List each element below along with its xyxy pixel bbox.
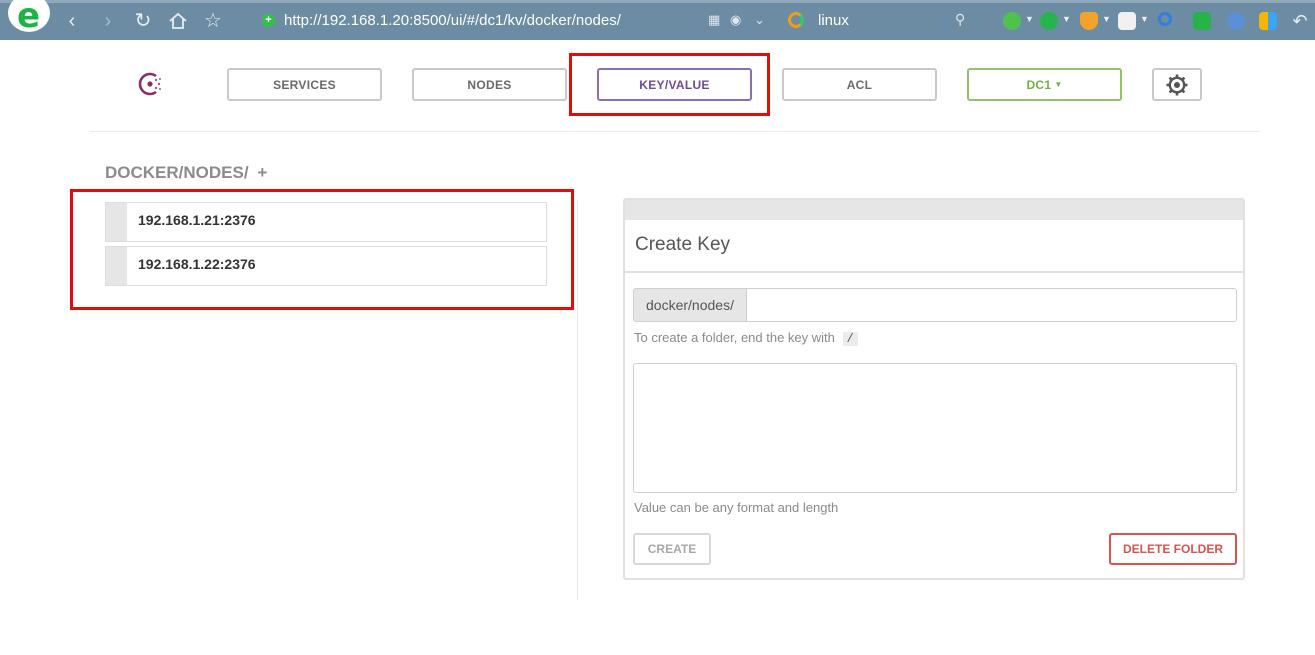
translate-icon[interactable] [1040,12,1058,30]
search-icon[interactable]: ⚲ [955,11,965,28]
caret-down-icon: ▼ [1140,14,1149,24]
panel-header-bar [625,200,1243,220]
caret-down-icon: ▼ [1062,14,1071,24]
create-key-panel: Create Key docker/nodes/ To create a fol… [623,198,1245,580]
settings-button[interactable] [1152,68,1202,101]
browser-toolbar: e ‹ › ↻ ☆ + http://192.168.1.20:8500/ui/… [0,0,1315,40]
column-divider [577,200,578,600]
breadcrumb: DOCKER/NODES/ + [105,163,267,183]
tab-services[interactable]: SERVICES [227,68,382,101]
add-key-plus-icon[interactable]: + [257,163,267,182]
panel-separator [625,271,1243,273]
list-item-label: 192.168.1.22:2376 [138,256,256,272]
extension-clip-icon[interactable] [1003,12,1021,30]
datacenter-dropdown[interactable]: DC1 ▼ [967,68,1122,101]
reader-icon[interactable] [1193,12,1211,30]
site-secure-icon: + [262,14,275,27]
tab-acl[interactable]: ACL [782,68,937,101]
gamepad-icon[interactable] [1118,12,1136,30]
browser-logo-icon: e [8,0,50,36]
caret-down-icon: ▼ [1025,14,1034,24]
forward-icon[interactable]: › [96,9,120,33]
qr-code-icon[interactable]: ▦ [708,12,720,28]
bookmark-star-icon[interactable]: ☆ [201,9,225,33]
gear-icon [1166,74,1188,95]
key-prefix-addon: docker/nodes/ [633,288,747,322]
undo-icon[interactable]: ↶ [1288,9,1312,33]
delete-folder-button[interactable]: DELETE FOLDER [1109,533,1237,565]
folder-hint-text: To create a folder, end the key with [634,330,835,345]
ie-mode-icon[interactable]: ◉ [730,12,741,28]
address-bar[interactable]: + http://192.168.1.20:8500/ui/#/dc1/kv/d… [256,8,776,34]
search-engine-icon[interactable] [788,12,804,28]
list-item-tab [106,247,127,285]
list-item-tab [106,203,127,241]
caret-down-icon: ▼ [1054,80,1063,89]
tab-strip [0,0,1315,3]
magnifier-icon[interactable] [1158,12,1172,26]
folder-hint: To create a folder, end the key with / [634,330,858,346]
folder-char-code: / [842,332,858,346]
breadcrumb-path[interactable]: DOCKER/NODES/ [105,163,249,182]
list-item[interactable]: 192.168.1.22:2376 [105,246,547,286]
datacenter-label: DC1 [1026,77,1052,92]
refresh-icon[interactable]: ↻ [131,9,155,33]
caret-down-icon: ▼ [1102,14,1111,24]
chevron-down-icon[interactable]: ⌄ [754,12,765,28]
highlight-box-key-value-tab [569,53,770,116]
back-icon[interactable]: ‹ [60,9,84,33]
list-item[interactable]: 192.168.1.21:2376 [105,202,547,242]
create-button[interactable]: CREATE [633,533,711,565]
nav-divider [90,131,1260,132]
value-textarea[interactable] [633,363,1237,493]
consul-logo-icon[interactable] [136,70,164,98]
shield-icon[interactable] [1080,12,1098,30]
panel-title: Create Key [635,234,731,255]
globe-icon[interactable] [1227,12,1245,30]
value-hint: Value can be any format and length [634,500,839,515]
key-input[interactable] [746,288,1237,322]
apps-grid-icon[interactable] [1259,12,1277,30]
home-icon[interactable] [166,9,190,33]
tab-nodes[interactable]: NODES [412,68,567,101]
search-box-text[interactable]: linux [818,12,849,29]
list-item-label: 192.168.1.21:2376 [138,212,256,228]
address-url: http://192.168.1.20:8500/ui/#/dc1/kv/doc… [284,12,621,29]
